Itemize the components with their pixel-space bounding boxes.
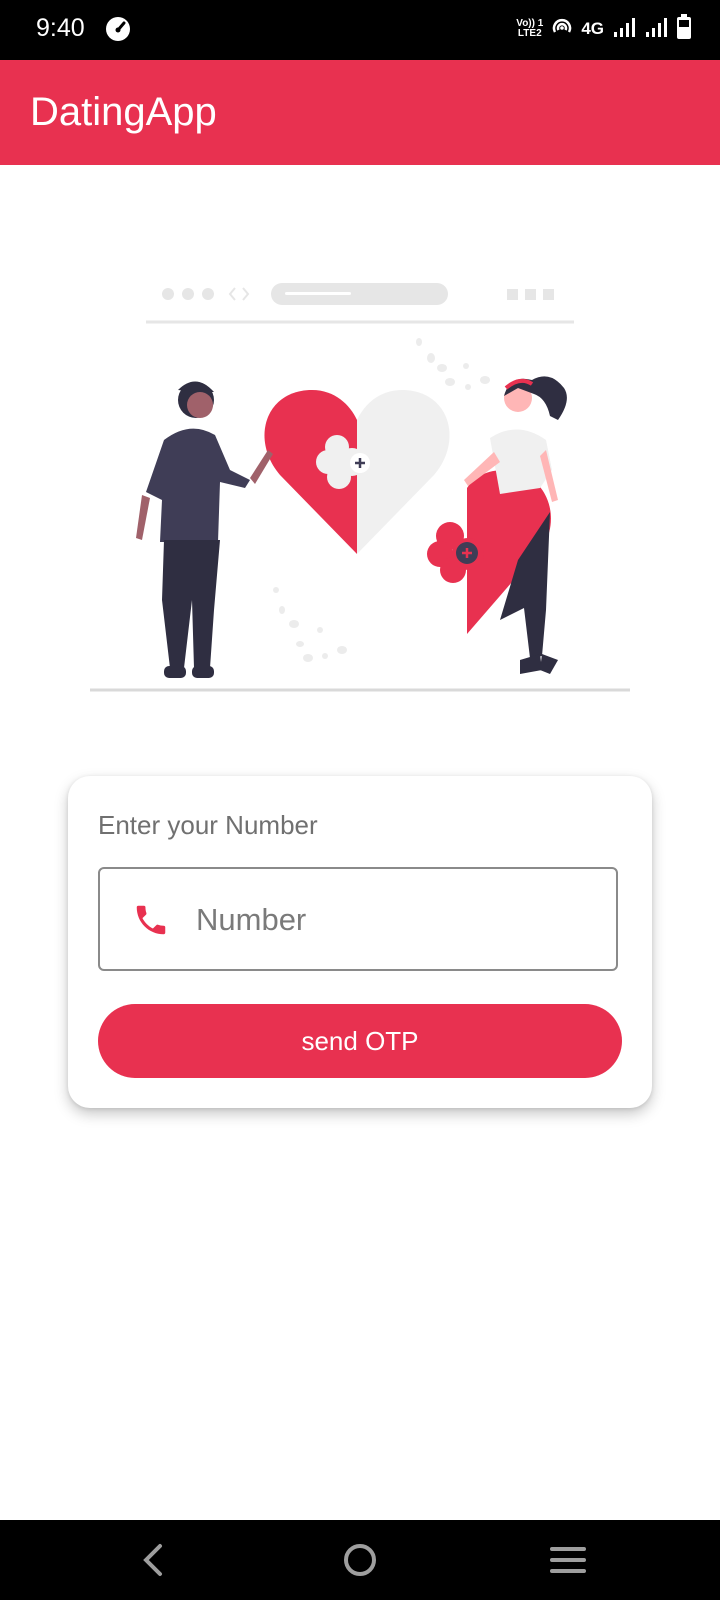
back-icon[interactable] — [132, 1538, 176, 1582]
signal-icon — [644, 16, 668, 42]
network-type: 4G — [581, 19, 604, 38]
navigation-bar — [0, 1520, 720, 1600]
phone-number-input[interactable] — [194, 889, 598, 951]
phone-icon — [132, 901, 170, 944]
status-icons: Vo)) 1 LTE2 4G — [516, 14, 692, 44]
battery-icon — [676, 14, 692, 44]
card-heading: Enter your Number — [98, 810, 318, 840]
couple-heart-puzzle-illustration — [80, 270, 640, 695]
send-otp-button[interactable]: send OTP — [98, 1004, 622, 1078]
app-title: DatingApp — [30, 90, 217, 134]
browser-bar-graphic — [146, 283, 574, 324]
phone-number-field[interactable] — [98, 867, 618, 971]
man-figure — [136, 381, 273, 678]
login-card: Enter your Number send OTP — [68, 776, 652, 1108]
status-time: 9:40 — [36, 14, 85, 42]
home-icon[interactable] — [338, 1538, 382, 1582]
status-bar: 9:40 Vo)) 1 LTE2 4G — [0, 0, 720, 60]
menu-icon[interactable] — [546, 1538, 590, 1582]
speedometer-icon — [105, 16, 131, 47]
heart-graphic — [264, 390, 450, 554]
app-bar: DatingApp — [0, 60, 720, 165]
volte-icon: Vo)) 1 LTE2 — [516, 18, 544, 39]
signal-icon — [612, 16, 636, 42]
hotspot-icon — [551, 16, 573, 42]
